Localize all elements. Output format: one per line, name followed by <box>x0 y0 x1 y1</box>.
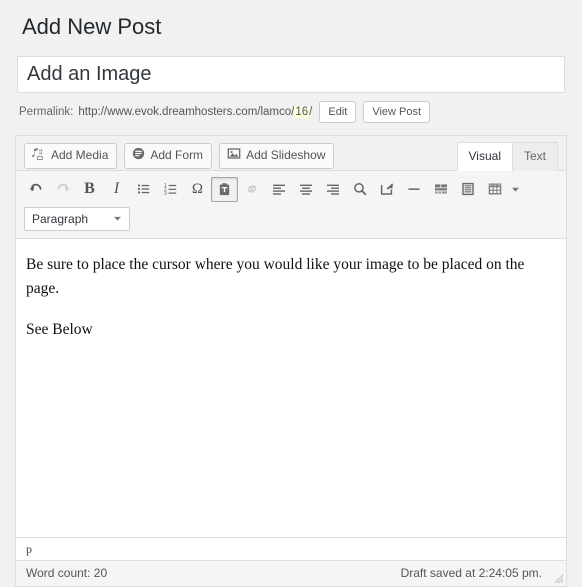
insert-read-more-icon[interactable] <box>373 177 400 202</box>
add-media-label: Add Media <box>51 148 109 163</box>
post-title-input[interactable] <box>17 55 565 93</box>
bold-icon[interactable]: B <box>76 177 103 202</box>
numbered-list-icon[interactable]: 1 2 3 <box>157 177 184 202</box>
italic-icon[interactable]: I <box>103 177 130 202</box>
italic-glyph: I <box>113 180 120 198</box>
permalink-row: Permalink: http://www.evok.dreamhosters.… <box>15 93 567 132</box>
editor-mode-tabs: Visual Text <box>456 141 558 171</box>
add-slideshow-label: Add Slideshow <box>246 148 326 163</box>
link-icon[interactable] <box>238 177 265 202</box>
content-paragraph: Be sure to place the cursor where you wo… <box>26 255 525 297</box>
view-post-button[interactable]: View Post <box>363 100 431 123</box>
undo-icon[interactable] <box>22 177 49 202</box>
tab-visual[interactable]: Visual <box>456 141 513 171</box>
form-icon <box>132 147 145 163</box>
align-left-icon[interactable] <box>265 177 292 202</box>
table-icon[interactable] <box>481 177 508 202</box>
omega-glyph: Ω <box>191 180 204 197</box>
format-select-value: Paragraph <box>32 211 89 226</box>
post-editor: Add Media Add Form Add Slideshow Visual … <box>15 134 567 587</box>
post-title-wrapper <box>15 55 567 93</box>
bulleted-list-icon[interactable] <box>130 177 157 202</box>
horizontal-rule-icon[interactable] <box>400 177 427 202</box>
format-select[interactable]: Paragraph <box>24 206 130 231</box>
permalink-url[interactable]: http://www.evok.dreamhosters.com/lamco/1… <box>78 105 313 118</box>
editor-status-bar: Word count: 20 Draft saved at 2:24:05 pm… <box>16 559 566 586</box>
align-center-icon[interactable] <box>292 177 319 202</box>
svg-text:3: 3 <box>164 191 167 197</box>
element-path-bar: p <box>16 536 566 560</box>
special-character-icon[interactable]: Ω <box>184 177 211 202</box>
toolbar-row-2: Paragraph <box>22 203 560 234</box>
formatting-toolbar: B I 1 2 3 Ω Paragraph <box>16 170 566 239</box>
paste-as-text-icon[interactable] <box>211 176 238 202</box>
permalink-base: http://www.evok.dreamhosters.com/lamco/ <box>78 105 295 118</box>
toolbar-row-1: B I 1 2 3 Ω <box>22 176 560 203</box>
permalink-trailing-slash: / <box>309 105 313 118</box>
admin-page: Add New Post Permalink: http://www.evok.… <box>0 0 582 587</box>
media-buttons-row: Add Media Add Form Add Slideshow Visual … <box>16 135 566 171</box>
media-icon <box>32 147 46 164</box>
search-icon[interactable] <box>346 177 373 202</box>
table-dropdown-caret-icon[interactable] <box>508 177 522 202</box>
permalink-label: Permalink: <box>19 105 74 118</box>
edit-permalink-button[interactable]: Edit <box>319 100 357 123</box>
redo-icon[interactable] <box>49 177 76 202</box>
content-paragraph: See Below <box>26 320 93 338</box>
resize-handle[interactable] <box>551 571 564 584</box>
word-count: Word count: 20 <box>26 565 108 580</box>
toolbar-toggle-icon[interactable] <box>427 177 454 202</box>
add-form-button[interactable]: Add Form <box>124 142 213 169</box>
editor-content-area[interactable]: Be sure to place the cursor where you wo… <box>16 238 566 537</box>
bold-glyph: B <box>84 180 95 198</box>
tab-text[interactable]: Text <box>511 141 558 171</box>
add-slideshow-button[interactable]: Add Slideshow <box>219 142 335 169</box>
slideshow-icon <box>227 147 241 163</box>
chevron-down-icon <box>113 212 122 226</box>
draft-saved-status: Draft saved at 2:24:05 pm. <box>400 565 542 580</box>
align-right-icon[interactable] <box>319 177 346 202</box>
add-media-button[interactable]: Add Media <box>24 142 118 169</box>
page-title: Add New Post <box>22 14 162 39</box>
element-path[interactable]: p <box>26 542 32 556</box>
add-form-label: Add Form <box>150 148 204 163</box>
permalink-slug[interactable]: 16 <box>294 105 310 118</box>
blocks-icon[interactable] <box>454 177 481 202</box>
